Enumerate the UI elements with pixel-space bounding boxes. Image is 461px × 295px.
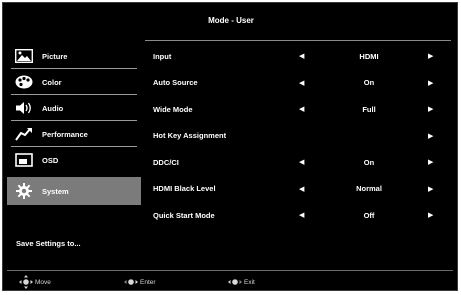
arrow-right-icon[interactable]: ▶: [428, 105, 433, 113]
setting-label: Quick Start Mode: [153, 210, 215, 220]
setting-ddc-ci[interactable]: DDC/CI ◀ On ▶: [149, 149, 451, 176]
setting-label: Auto Source: [153, 78, 198, 88]
arrow-left-icon[interactable]: ◀: [299, 211, 304, 219]
hint-enter-label: Enter: [140, 278, 156, 286]
hint-exit: Exit: [228, 273, 255, 291]
sidebar-item-label: Color: [42, 77, 62, 87]
joystick-exit-icon: [228, 275, 242, 289]
hint-enter: Enter: [124, 273, 156, 291]
hint-move: Move: [19, 273, 51, 291]
sidebar-item-system[interactable]: System: [7, 177, 141, 205]
arrow-left-icon[interactable]: ◀: [299, 105, 304, 113]
save-settings-button[interactable]: Save Settings to...: [16, 239, 81, 248]
setting-label: DDC/CI: [153, 157, 179, 167]
hint-move-label: Move: [35, 278, 51, 286]
hint-exit-label: Exit: [244, 278, 255, 286]
setting-auto-source[interactable]: Auto Source ◀ On ▶: [149, 70, 451, 97]
sidebar-item-osd[interactable]: OSD: [7, 147, 141, 173]
sidebar-item-label: OSD: [42, 155, 59, 165]
gear-icon: [14, 181, 34, 201]
arrow-right-icon[interactable]: ▶: [428, 52, 433, 60]
sidebar-item-label: Performance: [42, 129, 88, 139]
title-divider: [145, 40, 451, 41]
osd-icon: [14, 150, 34, 170]
speaker-icon: [14, 98, 34, 118]
setting-value: On: [363, 78, 375, 88]
arrow-right-icon[interactable]: ▶: [428, 132, 433, 140]
setting-label: HDMI Black Level: [153, 184, 216, 194]
setting-label: Input: [153, 51, 172, 61]
settings-list: Input ◀ HDMI ▶ Auto Source ◀ On ▶ Wide M…: [149, 43, 451, 229]
setting-hot-key-assignment[interactable]: Hot Key Assignment ▶: [149, 123, 451, 150]
setting-hdmi-black-level[interactable]: HDMI Black Level ◀ Normal ▶: [149, 176, 451, 203]
setting-wide-mode[interactable]: Wide Mode ◀ Full ▶: [149, 96, 451, 123]
setting-label: Wide Mode: [153, 104, 193, 114]
setting-input[interactable]: Input ◀ HDMI ▶: [149, 43, 451, 70]
sidebar-item-performance[interactable]: Performance: [7, 121, 141, 147]
sidebar-item-audio[interactable]: Audio: [7, 95, 141, 121]
setting-value: On: [363, 157, 375, 167]
arrow-left-icon[interactable]: ◀: [299, 158, 304, 166]
performance-icon: [14, 124, 34, 144]
arrow-right-icon[interactable]: ▶: [428, 79, 433, 87]
palette-icon: [14, 72, 34, 92]
footer-divider: [7, 270, 453, 271]
sidebar-item-label: Picture: [42, 51, 68, 61]
joystick-move-icon: [19, 275, 33, 289]
footer-hints: Move Enter Exit: [3, 273, 459, 291]
menu-title: Mode - User: [208, 16, 254, 25]
arrow-left-icon[interactable]: ◀: [299, 185, 304, 193]
sidebar-item-picture[interactable]: Picture: [7, 43, 141, 69]
setting-value: Normal: [356, 184, 382, 194]
picture-icon: [14, 46, 34, 66]
setting-label: Hot Key Assignment: [153, 131, 227, 141]
arrow-right-icon[interactable]: ▶: [428, 185, 433, 193]
arrow-left-icon[interactable]: ◀: [299, 52, 304, 60]
sidebar-item-label: System: [42, 186, 69, 196]
arrow-right-icon[interactable]: ▶: [428, 158, 433, 166]
arrow-left-icon[interactable]: ◀: [299, 79, 304, 87]
arrow-right-icon[interactable]: ▶: [428, 211, 433, 219]
osd-menu: Mode - User Picture Color Audio Performa…: [2, 2, 458, 291]
setting-value: Full: [362, 104, 376, 114]
joystick-enter-icon: [124, 275, 138, 289]
setting-quick-start-mode[interactable]: Quick Start Mode ◀ Off ▶: [149, 202, 451, 229]
sidebar: Picture Color Audio Performance OSD Syst…: [7, 43, 141, 205]
setting-value: HDMI: [359, 51, 379, 61]
setting-value: Off: [363, 210, 375, 220]
sidebar-item-color[interactable]: Color: [7, 69, 141, 95]
sidebar-item-label: Audio: [42, 103, 64, 113]
